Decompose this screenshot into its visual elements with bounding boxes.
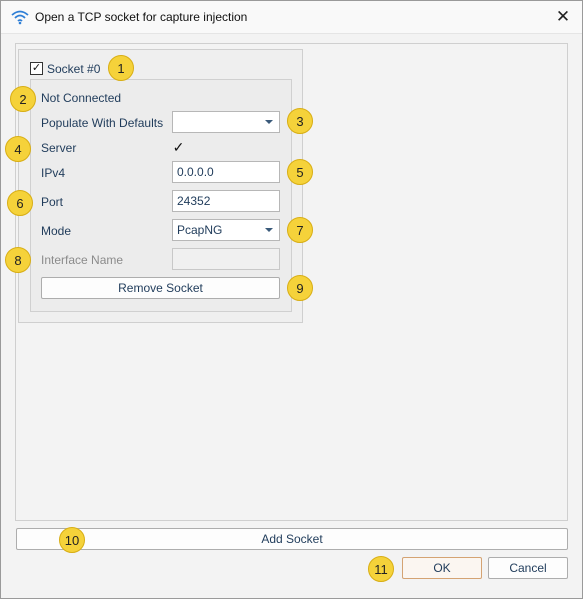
add-socket-button[interactable]: Add Socket <box>16 528 568 550</box>
populate-defaults-dropdown[interactable] <box>172 111 280 133</box>
annotation-badge-3: 3 <box>287 108 313 134</box>
wifi-icon <box>11 10 29 25</box>
port-input[interactable] <box>172 190 280 212</box>
mode-label: Mode <box>41 224 72 238</box>
annotation-badge-1: 1 <box>108 55 134 81</box>
close-icon[interactable]: ✕ <box>549 5 577 29</box>
server-checkbox[interactable]: ✓ <box>172 140 185 154</box>
dialog-window: Open a TCP socket for capture injection … <box>0 0 583 599</box>
annotation-badge-5: 5 <box>287 159 313 185</box>
window-title: Open a TCP socket for capture injection <box>35 10 248 24</box>
ipv4-label: IPv4 <box>41 166 66 180</box>
port-label: Port <box>41 195 64 209</box>
mode-dropdown[interactable]: PcapNG <box>172 219 280 241</box>
socket-enable-checkbox[interactable]: ✓ <box>30 62 43 75</box>
server-label: Server <box>41 141 77 155</box>
annotation-badge-7: 7 <box>287 217 313 243</box>
socket-title-label: Socket #0 <box>47 62 101 76</box>
annotation-badge-11: 11 <box>368 556 394 582</box>
connection-status: Not Connected <box>41 91 122 105</box>
annotation-badge-10: 10 <box>59 527 85 553</box>
title-bar: Open a TCP socket for capture injection … <box>1 1 582 34</box>
annotation-badge-9: 9 <box>287 275 313 301</box>
annotation-badge-6: 6 <box>7 190 33 216</box>
remove-socket-button[interactable]: Remove Socket <box>41 277 280 299</box>
chevron-down-icon <box>265 228 273 232</box>
annotation-badge-2: 2 <box>10 86 36 112</box>
mode-value: PcapNG <box>177 223 223 237</box>
ipv4-input[interactable] <box>172 161 280 183</box>
chevron-down-icon <box>265 120 273 124</box>
annotation-badge-8: 8 <box>5 247 31 273</box>
interface-name-label: Interface Name <box>41 253 124 267</box>
cancel-button[interactable]: Cancel <box>488 557 568 579</box>
populate-defaults-label: Populate With Defaults <box>41 116 164 130</box>
ok-button[interactable]: OK <box>402 557 482 579</box>
interface-name-input[interactable] <box>172 248 280 270</box>
annotation-badge-4: 4 <box>5 136 31 162</box>
